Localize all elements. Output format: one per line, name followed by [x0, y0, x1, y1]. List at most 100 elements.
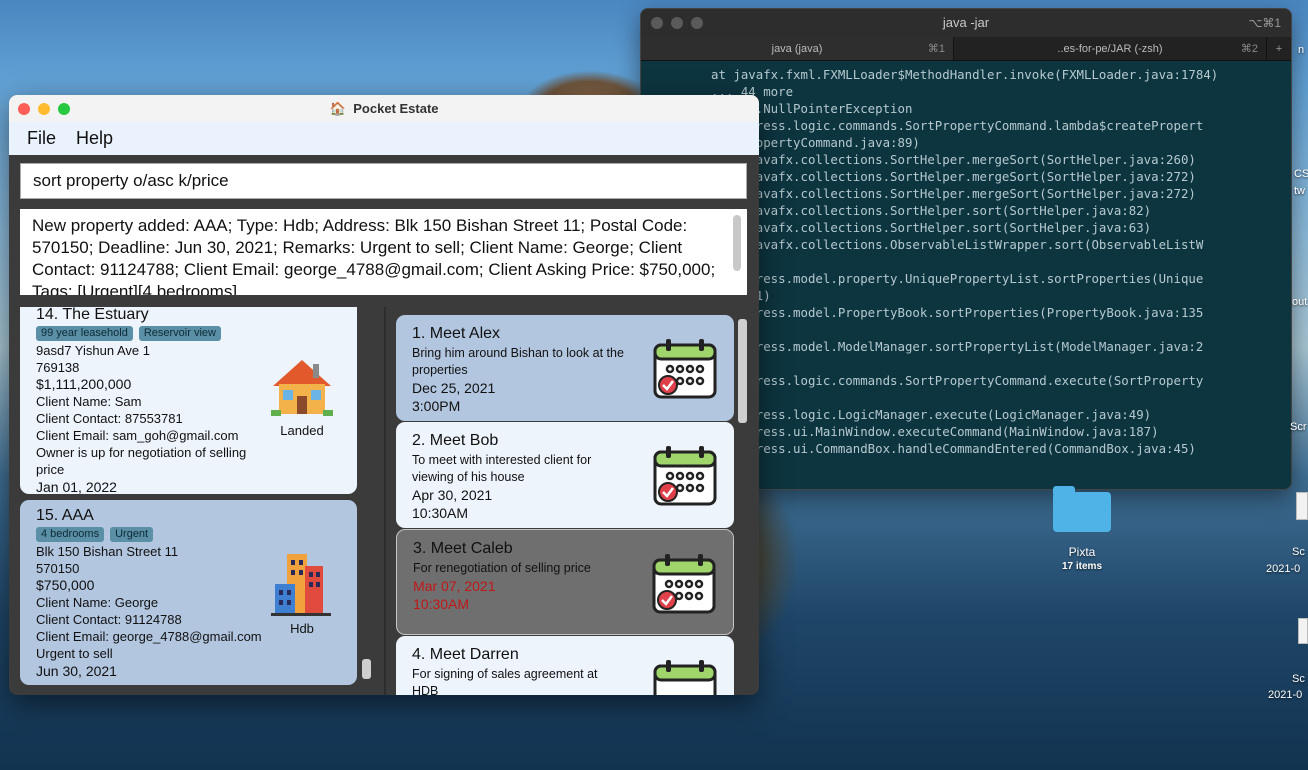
appointment-card-selected[interactable]: 3. Meet Caleb For renegotiation of selli…: [396, 529, 734, 635]
terminal-shortcut: ⌥⌘1: [1248, 16, 1281, 30]
appointment-list[interactable]: 1. Meet Alex Bring him around Bishan to …: [386, 307, 759, 695]
terminal-line: du.address.model.ModelManager.sortProper…: [711, 339, 1204, 354]
appointment-list-scrollbar[interactable]: [738, 319, 747, 423]
appointment-name: 1. Meet Alex: [412, 325, 501, 342]
calendar-icon: [652, 554, 716, 614]
terminal-line: du.address.logic.commands.SortPropertyCo…: [711, 373, 1204, 388]
terminal-line: .sun.javafx.collections.SortHelper.merge…: [711, 186, 1196, 201]
appointment-date: Dec 25, 2021: [412, 380, 496, 396]
appointment-date: Mar 07, 2021: [413, 578, 496, 594]
terminal-line: du.address.ui.MainWindow.executeCommand(…: [711, 424, 1159, 439]
appointment-name: 2. Meet Bob: [412, 432, 499, 449]
app-title: Pocket Estate: [353, 101, 439, 116]
terminal-title: java -jar: [942, 15, 990, 30]
terminal-tab-label: ..es-for-pe/JAR (-zsh): [1057, 43, 1163, 55]
file-icon[interactable]: [1298, 618, 1308, 644]
list-panes: 14. The Estuary 99 year leasehold Reserv…: [9, 307, 759, 695]
terminal-tab-java[interactable]: java (java) ⌘1: [641, 37, 954, 60]
terminal-line: .sun.javafx.collections.SortHelper.sort(…: [711, 203, 1152, 218]
appointment-time: 10:30AM: [413, 596, 470, 612]
appointment-card[interactable]: 1. Meet Alex Bring him around Bishan to …: [396, 315, 734, 421]
zoom-button[interactable]: [58, 103, 70, 115]
desktop-edge-label[interactable]: out: [1292, 296, 1307, 308]
result-scrollbar[interactable]: [733, 215, 741, 271]
property-list[interactable]: 14. The Estuary 99 year leasehold Reserv…: [9, 307, 384, 695]
appointment-remarks: To meet with interested client for viewi…: [412, 453, 592, 484]
terminal-line: 5): [711, 253, 1291, 270]
terminal-line: .sun.javafx.collections.SortHelper.merge…: [711, 169, 1196, 184]
app-titlebar: 🏠 Pocket Estate: [9, 95, 759, 122]
terminal-line: at javafx.fxml.FXMLLoader$MethodHandler.…: [711, 67, 1219, 82]
terminal-line: ... 44 more: [711, 84, 794, 99]
property-deadline: Jun 30, 2021: [36, 663, 117, 679]
terminal-line: SortPropertyCommand.java:89): [711, 135, 920, 150]
property-deadline: Jan 01, 2022: [36, 479, 117, 494]
desktop-edge-label[interactable]: n: [1298, 44, 1304, 56]
property-card[interactable]: 14. The Estuary 99 year leasehold Reserv…: [20, 307, 357, 494]
appointment-card[interactable]: 2. Meet Bob To meet with interested clie…: [396, 422, 734, 528]
terminal-line: .sun.javafx.collections.ObservableListWr…: [711, 237, 1204, 252]
terminal-minimize-button[interactable]: [671, 17, 683, 29]
terminal-tab-zsh[interactable]: ..es-for-pe/JAR (-zsh) ⌘2: [954, 37, 1267, 60]
appointment-card[interactable]: 4. Meet Darren For signing of sales agre…: [396, 636, 734, 695]
menu-file[interactable]: File: [27, 128, 56, 149]
new-tab-button[interactable]: +: [1267, 37, 1291, 60]
desktop-edge-label[interactable]: Scr: [1290, 421, 1307, 433]
house-icon: 🏠: [329, 101, 346, 116]
appointment-remarks: Bring him around Bishan to look at the p…: [412, 346, 624, 377]
appointment-name: 3. Meet Caleb: [413, 540, 513, 557]
property-type: Hdb: [290, 621, 314, 636]
result-display[interactable]: New property added: AAA; Type: Hdb; Addr…: [20, 209, 747, 295]
terminal-zoom-button[interactable]: [691, 17, 703, 29]
terminal-tab-label: java (java): [771, 43, 823, 55]
terminal-titlebar: java -jar ⌥⌘1: [641, 9, 1291, 37]
property-tag: 4 bedrooms: [36, 527, 105, 542]
command-input[interactable]: [20, 163, 747, 199]
landed-house-icon: Landed: [267, 354, 337, 438]
menu-help[interactable]: Help: [76, 128, 113, 149]
property-remarks: Urgent to sell: [36, 646, 113, 661]
terminal-line: 2): [711, 389, 1291, 406]
appointment-time: 3:00PM: [412, 398, 461, 414]
desktop-edge-label[interactable]: 2021-0: [1268, 689, 1302, 701]
terminal-line: ava:101): [711, 287, 1291, 304]
calendar-icon: [653, 339, 717, 399]
appointment-remarks: For signing of sales agreement at HDB: [412, 667, 598, 695]
property-name: 14. The Estuary: [36, 307, 149, 323]
property-tag: Urgent: [110, 527, 154, 542]
property-type: Landed: [280, 423, 324, 438]
desktop-edge-label[interactable]: Sc: [1292, 673, 1305, 685]
terminal-line: du.address.ui.CommandBox.handleCommandEn…: [711, 441, 1196, 456]
folder-icon[interactable]: [1053, 486, 1111, 532]
property-remarks: Owner is up for negotiation of selling p…: [36, 445, 247, 477]
desktop-edge-label[interactable]: Sc: [1292, 546, 1305, 558]
pocket-estate-window: 🏠 Pocket Estate File Help New property a…: [9, 95, 759, 695]
terminal-close-button[interactable]: [651, 17, 663, 29]
desktop-edge-label[interactable]: 2021-0: [1266, 563, 1300, 575]
property-tag: Reservoir view: [138, 326, 221, 341]
property-tag: 99 year leasehold: [36, 326, 133, 341]
terminal-line: .sun.javafx.collections.SortHelper.sort(…: [711, 220, 1152, 235]
terminal-line: du.address.logic.LogicManager.execute(Lo…: [711, 407, 1152, 422]
close-button[interactable]: [18, 103, 30, 115]
terminal-tab-shortcut: ⌘2: [1240, 43, 1258, 55]
minimize-button[interactable]: [38, 103, 50, 115]
file-icon[interactable]: [1296, 492, 1308, 520]
terminal-line: du.address.model.property.UniqueProperty…: [711, 271, 1204, 286]
terminal-tabbar: java (java) ⌘1 ..es-for-pe/JAR (-zsh) ⌘2…: [641, 37, 1291, 61]
appointment-remarks: For renegotiation of selling price: [413, 561, 591, 575]
terminal-line: du.address.model.PropertyBook.sortProper…: [711, 305, 1204, 320]
property-card[interactable]: 15. AAA 4 bedrooms Urgent Blk 150 Bishan…: [20, 500, 357, 685]
property-list-scrollbar[interactable]: [362, 659, 371, 679]
terminal-tab-shortcut: ⌘1: [927, 43, 945, 55]
appointment-name: 4. Meet Darren: [412, 646, 519, 663]
folder-label[interactable]: Pixta: [1040, 545, 1124, 559]
appointment-date: Apr 30, 2021: [412, 487, 493, 503]
calendar-icon: [653, 446, 717, 506]
appointment-time: 10:30AM: [412, 505, 469, 521]
desktop-edge-label[interactable]: CS: [1294, 168, 1308, 180]
desktop-edge-label[interactable]: tw: [1294, 185, 1305, 197]
property-name: 15. AAA: [36, 507, 94, 524]
